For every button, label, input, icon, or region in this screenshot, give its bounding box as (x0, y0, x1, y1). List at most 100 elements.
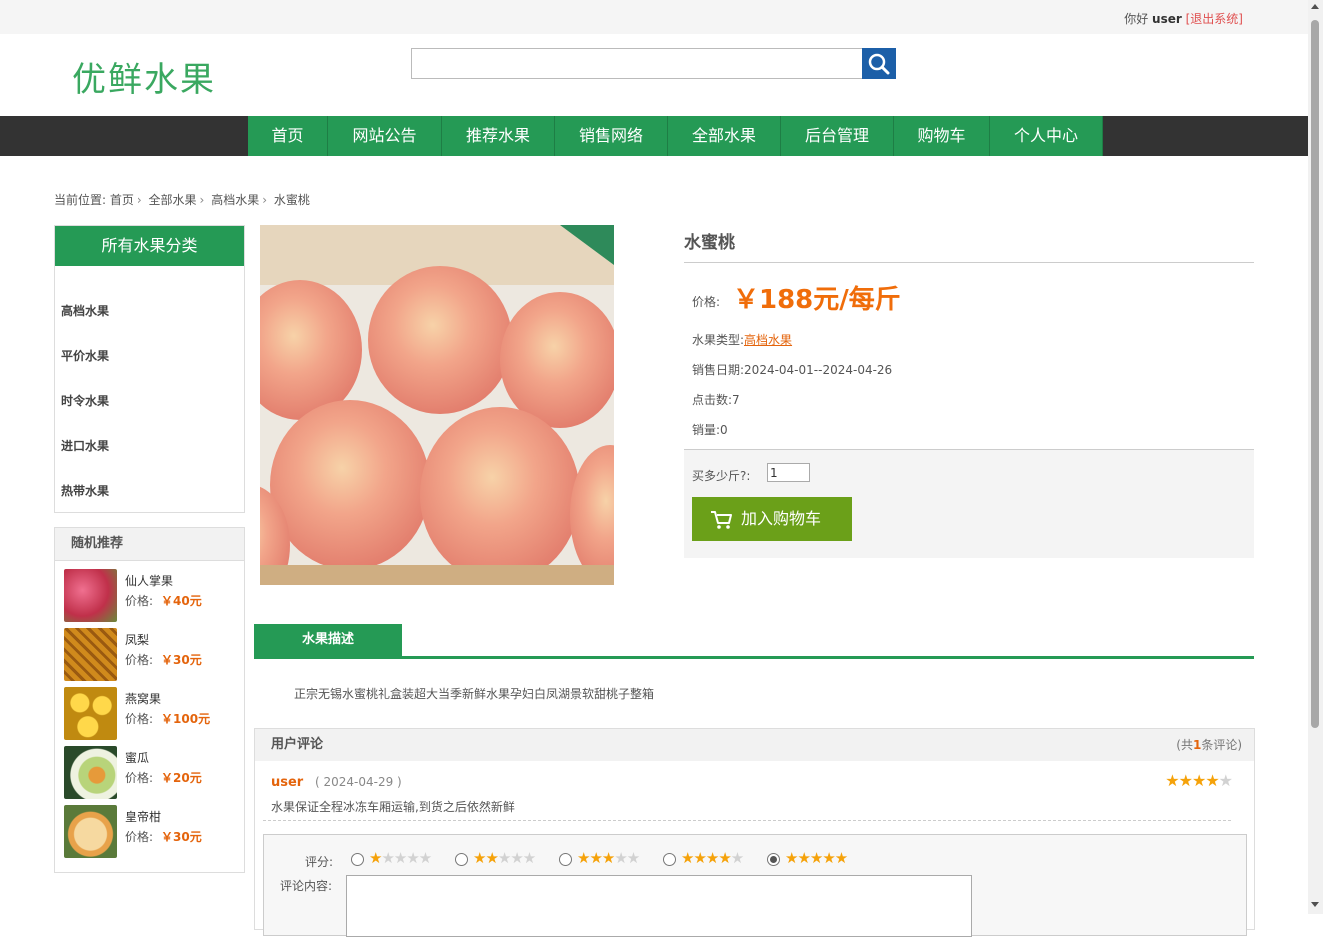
review-count: (共1条评论) (1176, 729, 1242, 761)
sale-date: 2024-04-01--2024-04-26 (744, 363, 893, 377)
product-type-row: 水果类型:高档水果 (692, 331, 792, 348)
review-content-textarea[interactable] (346, 875, 972, 937)
rating-radio-3[interactable] (559, 853, 572, 866)
nav-item-admin[interactable]: 后台管理 (781, 116, 894, 156)
fruit-thumbnail[interactable] (64, 746, 117, 799)
username: user (1152, 12, 1182, 26)
site-logo[interactable]: 优鲜水果 (72, 52, 216, 101)
recommend-item[interactable]: 凤梨 价格: ￥30元 (64, 628, 239, 682)
scroll-up-icon[interactable] (1311, 4, 1319, 9)
product-description: 正宗无锡水蜜桃礼盒装超大当季新鲜水果孕妇白凤湖景软甜桃子整箱 (294, 687, 655, 701)
count-prefix: (共 (1176, 738, 1193, 752)
recommend-item[interactable]: 仙人掌果 价格: ￥40元 (64, 569, 239, 623)
recommend-name[interactable]: 燕窝果 (125, 690, 161, 707)
review-text: 水果保证全程冰冻车厢运输,到货之后依然新鲜 (271, 800, 515, 814)
recommend-item[interactable]: 皇帝柑 价格: ￥30元 (64, 805, 239, 859)
breadcrumb-home[interactable]: 首页 (110, 193, 134, 207)
clicks-row: 点击数:7 (692, 391, 740, 408)
breadcrumb-label: 当前位置: (54, 193, 107, 207)
nav-item-notice[interactable]: 网站公告 (328, 116, 442, 156)
rating-stars-5: ★★★★★ (785, 849, 848, 867)
type-label: 水果类型: (692, 333, 745, 347)
rating-radio-4[interactable] (663, 853, 676, 866)
breadcrumb-all-fruits[interactable]: 全部水果 (149, 193, 197, 207)
fruit-thumbnail[interactable] (64, 687, 117, 740)
star-icon: ★ (1191, 771, 1206, 790)
nav-item-recommend[interactable]: 推荐水果 (442, 116, 555, 156)
user-greeting: 你好 user [退出系统] (1124, 10, 1243, 27)
star-icon: ★ (1178, 771, 1193, 790)
recommend-price: ￥30元 (161, 653, 202, 667)
scrollbar-thumb[interactable] (1311, 20, 1319, 728)
recommend-name[interactable]: 仙人掌果 (125, 572, 173, 589)
quantity-label: 买多少斤?: (692, 469, 751, 483)
rating-label: 评分: (305, 855, 334, 869)
title-divider (684, 262, 1254, 263)
sale-date-row: 销售日期:2024-04-01--2024-04-26 (692, 361, 892, 378)
recommend-price: ￥100元 (161, 712, 211, 726)
detail-tabs: 水果描述 (254, 624, 1254, 659)
category-item[interactable]: 热带水果 (61, 482, 109, 499)
product-title: 水蜜桃 (684, 233, 735, 253)
search-button[interactable] (862, 48, 896, 79)
fruit-thumbnail[interactable] (64, 805, 117, 858)
price-label: 价格: (125, 712, 154, 726)
add-to-cart-button[interactable]: 加入购物车 (692, 497, 852, 541)
nav-item-cart[interactable]: 购物车 (894, 116, 990, 156)
category-panel: 所有水果分类 高档水果 平价水果 时令水果 进口水果 热带水果 (54, 225, 245, 513)
nav-item-all-fruits[interactable]: 全部水果 (668, 116, 781, 156)
clicks-value: 7 (732, 393, 740, 407)
add-to-cart-label: 加入购物车 (741, 509, 822, 528)
recommend-item[interactable]: 蜜瓜 价格: ￥20元 (64, 746, 239, 800)
recommend-title: 随机推荐 (55, 528, 244, 561)
fruit-thumbnail[interactable] (64, 628, 117, 681)
price-label: 价格: (125, 830, 154, 844)
rating-radio-2[interactable] (455, 853, 468, 866)
nav-item-profile[interactable]: 个人中心 (990, 116, 1103, 156)
rating-radio-1[interactable] (351, 853, 364, 866)
sales-label: 销量: (692, 423, 721, 437)
scrollbar[interactable] (1308, 0, 1323, 914)
category-item[interactable]: 进口水果 (61, 437, 109, 454)
nav-item-home[interactable]: 首页 (248, 116, 328, 156)
category-item[interactable]: 时令水果 (61, 392, 109, 409)
recommend-item[interactable]: 燕窝果 价格: ￥100元 (64, 687, 239, 741)
tab-description[interactable]: 水果描述 (254, 624, 402, 656)
nav-items: 首页 网站公告 推荐水果 销售网络 全部水果 后台管理 购物车 个人中心 (248, 116, 1103, 156)
buy-box: 买多少斤?: 1 加入购物车 (684, 449, 1254, 558)
fruit-thumbnail[interactable] (64, 569, 117, 622)
chevron-right-icon: › (136, 193, 142, 207)
category-item[interactable]: 平价水果 (61, 347, 109, 364)
rating-stars-4: ★★★★★ (681, 849, 744, 867)
sales-row: 销量:0 (692, 421, 728, 438)
recommend-price: ￥20元 (161, 771, 202, 785)
sales-value: 0 (720, 423, 728, 437)
recommend-name[interactable]: 蜜瓜 (125, 749, 149, 766)
logout-link[interactable]: [退出系统] (1186, 12, 1243, 26)
category-item[interactable]: 高档水果 (61, 302, 109, 319)
recommend-price: ￥40元 (161, 594, 202, 608)
review-form: 评分: ★★★★★ ★★★★★ ★★★★★ ★★★★★ ★★★★★ 评论内容: (263, 834, 1247, 937)
breadcrumb-category[interactable]: 高档水果 (211, 193, 259, 207)
category-title: 所有水果分类 (55, 226, 244, 266)
product-type-link[interactable]: 高档水果 (744, 333, 792, 347)
price-label: 价格: (125, 771, 154, 785)
chevron-right-icon: › (199, 193, 205, 207)
search-input[interactable] (411, 48, 863, 79)
recommend-name[interactable]: 皇帝柑 (125, 808, 161, 825)
price-label: 价格: (125, 594, 154, 608)
rating-radio-5[interactable] (767, 853, 780, 866)
quantity-input[interactable]: 1 (767, 463, 810, 482)
breadcrumb-current: 水蜜桃 (273, 193, 310, 207)
star-icon: ★ (1165, 771, 1179, 790)
recommend-name[interactable]: 凤梨 (125, 631, 149, 648)
star-icon: ★ (1218, 771, 1233, 790)
clicks-label: 点击数: (692, 393, 733, 407)
rating-stars-2: ★★★★★ (473, 849, 536, 867)
scroll-down-icon[interactable] (1311, 902, 1319, 907)
peach-photo (260, 225, 614, 585)
review-title: 用户评论 (271, 737, 324, 752)
nav-item-network[interactable]: 销售网络 (555, 116, 668, 156)
product-price: ￥188元/每斤 (733, 285, 901, 315)
review-rating-stars: ★★★★★ (1165, 771, 1233, 790)
